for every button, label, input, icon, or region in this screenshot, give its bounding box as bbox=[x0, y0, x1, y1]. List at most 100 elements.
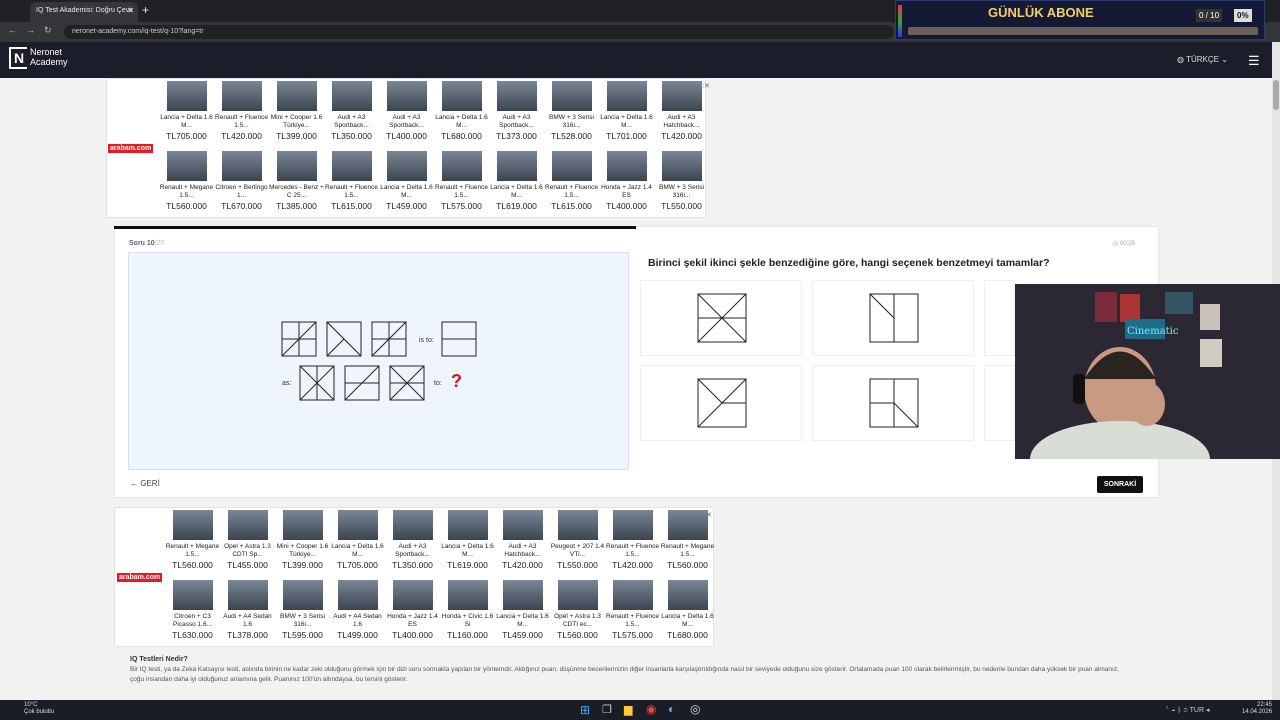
back-arrow-icon[interactable]: ← bbox=[8, 25, 17, 35]
car-price: TL560.000 bbox=[557, 630, 598, 640]
question-total: /20 bbox=[154, 240, 165, 247]
ad-car-item[interactable]: Renault + Fluence 1.5... TL575.000 bbox=[434, 151, 489, 221]
taskbar-clock[interactable]: 22:45 14.04.2026 bbox=[1242, 702, 1272, 716]
car-name: Lancia + Delta 1.6 M... bbox=[160, 114, 213, 129]
lang-indicator[interactable]: TUR bbox=[1190, 707, 1204, 714]
ad-car-item[interactable]: Audi + A3 Sportback... TL400.000 bbox=[379, 81, 434, 151]
clock-date: 14.04.2026 bbox=[1242, 709, 1273, 715]
ad-car-item[interactable]: Audi + A3 Sportback... TL350.000 bbox=[385, 510, 440, 580]
puzzle-shape-7 bbox=[389, 365, 425, 401]
car-price: TL400.000 bbox=[606, 201, 647, 211]
ad-car-item[interactable]: Renault + Megane 1.5... TL560.000 bbox=[165, 510, 220, 580]
reload-icon[interactable]: ↻ bbox=[44, 25, 52, 36]
ad-car-item[interactable]: Lancia + Delta 1.6 M... TL459.000 bbox=[495, 580, 550, 650]
ad-car-item[interactable]: Audi + A4 Sedan 1.6 TL499.000 bbox=[330, 580, 385, 650]
car-price: TL550.000 bbox=[557, 560, 598, 570]
ad-car-item[interactable]: Peugeot + 207 1.4 VTi... TL550.000 bbox=[550, 510, 605, 580]
ad-car-item[interactable]: Citroen + C3 Picasso 1.6... TL630.000 bbox=[165, 580, 220, 650]
ad-car-item[interactable]: Honda + Jazz 1.4 ES TL400.000 bbox=[599, 151, 654, 221]
start-icon[interactable]: ⊞ bbox=[580, 703, 590, 717]
car-thumbnail bbox=[447, 510, 488, 540]
car-thumbnail bbox=[661, 151, 702, 181]
ad-car-item[interactable]: Mini + Cooper 1.6 Türkiye... TL399.000 bbox=[269, 81, 324, 151]
subscriber-goal-overlay: GÜNLÜK ABONE 0 / 10 0% bbox=[895, 0, 1265, 40]
hamburger-menu-icon[interactable]: ☰ bbox=[1248, 53, 1260, 69]
ad-car-item[interactable]: Lancia + Delta 1.6 M... TL701.000 bbox=[599, 81, 654, 151]
weather-widget[interactable]: 10°C Çok bulutlu bbox=[10, 702, 54, 716]
ad-car-item[interactable]: Lancia + Delta 1.6 M... TL705.000 bbox=[330, 510, 385, 580]
ad-car-item[interactable]: Audi + A3 Hatchback... TL420.000 bbox=[495, 510, 550, 580]
ad-car-item[interactable]: Lancia + Delta 1.6 M... TL619.000 bbox=[489, 151, 544, 221]
next-button[interactable]: SONRAKİ bbox=[1097, 476, 1143, 493]
answer-option-1[interactable] bbox=[640, 280, 802, 356]
ad-car-item[interactable]: Lancia + Delta 1.6 M... TL680.000 bbox=[660, 580, 715, 650]
scrollbar-thumb[interactable] bbox=[1273, 80, 1279, 110]
browser-tab[interactable]: IQ Test Akademisi: Doğru Çevir ✕ bbox=[30, 2, 138, 22]
back-button[interactable]: ← GERİ bbox=[130, 479, 160, 488]
puzzle-shape-4 bbox=[441, 321, 477, 357]
car-price: TL459.000 bbox=[502, 630, 543, 640]
car-price: TL670.000 bbox=[221, 201, 262, 211]
car-price: TL560.000 bbox=[172, 560, 213, 570]
clock-time: 22:45 bbox=[1257, 702, 1273, 708]
tab-close-icon[interactable]: ✕ bbox=[127, 6, 134, 15]
ad-car-item[interactable]: Audi + A3 Sportback... TL373.000 bbox=[489, 81, 544, 151]
ad-car-item[interactable]: Lancia + Delta 1.6 M... TL705.000 bbox=[159, 81, 214, 151]
ad-car-item[interactable]: BMW + 3 Serisi 316i... TL550.000 bbox=[654, 151, 709, 221]
ad-car-item[interactable]: Renault + Fluence 1.5... TL615.000 bbox=[544, 151, 599, 221]
answer-option-4[interactable] bbox=[640, 365, 802, 441]
answer-option-5[interactable] bbox=[812, 365, 974, 441]
ad-car-item[interactable]: Lancia + Delta 1.6 M... TL459.000 bbox=[379, 151, 434, 221]
chevron-up-icon[interactable]: ⌃ bbox=[1165, 707, 1169, 714]
ad-banner-top[interactable]: arabam.com ⓘ✕ Lancia + Delta 1.6 M... TL7… bbox=[106, 78, 710, 221]
ad-banner-bottom[interactable]: arabam.com ⓘ ✕ Renault + Megane 1.5...TL… bbox=[114, 507, 714, 647]
ad-car-item[interactable]: Citroen + Berlingo 1... TL670.000 bbox=[214, 151, 269, 221]
question-number: Soru 10 bbox=[129, 240, 155, 247]
ad-car-item[interactable]: Audi + A4 Sedan 1.6 TL378.000 bbox=[220, 580, 275, 650]
chrome-icon[interactable]: ◉ bbox=[646, 702, 656, 716]
ad-car-item[interactable]: Opel + Astra 1.3 CDTI Sp... TL455.000 bbox=[220, 510, 275, 580]
ad-car-item[interactable]: Renault + Fluence 1.5... TL420.000 bbox=[605, 510, 660, 580]
ad-car-item[interactable]: Lancia + Delta 1.6 M... TL680.000 bbox=[434, 81, 489, 151]
ad-car-item[interactable]: Mercedes - Benz + C 25... TL385.000 bbox=[269, 151, 324, 221]
ad-car-item[interactable]: Audi + A3 Hatchback... TL420.000 bbox=[654, 81, 709, 151]
car-thumbnail bbox=[331, 151, 372, 181]
ad-car-item[interactable]: Renault + Fluence 1.5... TL615.000 bbox=[324, 151, 379, 221]
system-tray[interactable]: ⌃ ☁ ᛒ ⊙ TUR ◂ bbox=[1165, 706, 1209, 714]
ad-car-item[interactable]: BMW + 3 Serisi 316i... TL528.000 bbox=[544, 81, 599, 151]
ad-car-item[interactable]: Opel + Astra 1.3 CDTI ec... TL560.000 bbox=[550, 580, 605, 650]
car-price: TL619.000 bbox=[496, 201, 537, 211]
forward-arrow-icon[interactable]: → bbox=[26, 25, 35, 35]
new-tab-button[interactable]: + bbox=[142, 3, 149, 17]
answer-option-6[interactable] bbox=[984, 365, 1015, 441]
car-thumbnail bbox=[551, 151, 592, 181]
ad-car-item[interactable]: Honda + Jazz 1.4 ES TL400.000 bbox=[385, 580, 440, 650]
answer-option-2[interactable] bbox=[812, 280, 974, 356]
car-thumbnail bbox=[172, 510, 213, 540]
ad-car-item[interactable]: Renault + Fluence 1.5... TL575.000 bbox=[605, 580, 660, 650]
ad-car-item[interactable]: Honda + Civic 1.6 Si TL160.000 bbox=[440, 580, 495, 650]
bluetooth-icon: ᛒ bbox=[1177, 707, 1182, 714]
url-field[interactable]: neronet-academy.com/iq-test/q-10?lang=tr bbox=[64, 25, 894, 39]
obs-icon[interactable]: ◎ bbox=[690, 702, 700, 716]
ad-car-item[interactable]: Lancia + Delta 1.6 M... TL619.000 bbox=[440, 510, 495, 580]
ad-car-item[interactable]: Renault + Fluence 1.5... TL420.000 bbox=[214, 81, 269, 151]
car-price: TL528.000 bbox=[551, 131, 592, 141]
file-explorer-icon[interactable]: ▆ bbox=[624, 703, 632, 716]
car-price: TL575.000 bbox=[441, 201, 482, 211]
ad-car-item[interactable]: Mini + Cooper 1.6 Türkiye... TL399.000 bbox=[275, 510, 330, 580]
ad-car-item[interactable]: Audi + A3 Sportback... TL350.000 bbox=[324, 81, 379, 151]
car-thumbnail bbox=[612, 580, 653, 610]
answer-option-3[interactable] bbox=[984, 280, 1015, 356]
ad-car-item[interactable]: Renault + Megane 1.5... TL560.000 bbox=[660, 510, 715, 580]
ad-brand-logo[interactable]: arabam.com bbox=[117, 573, 163, 582]
ad-car-item[interactable]: Renault + Megane 1.5... TL560.000 bbox=[159, 151, 214, 221]
task-view-icon[interactable]: ❐ bbox=[602, 703, 612, 716]
language-selector[interactable]: ◍ TÜRKÇE ⌄ bbox=[1177, 55, 1228, 64]
puzzle-figure: is to: as: to: ? bbox=[281, 321, 477, 401]
steam-icon[interactable]: ◐ bbox=[668, 702, 675, 716]
ad-car-item[interactable]: BMW + 3 Serisi 316i... TL595.000 bbox=[275, 580, 330, 650]
ad-brand-logo[interactable]: arabam.com bbox=[108, 144, 154, 153]
car-price: TL615.000 bbox=[331, 201, 372, 211]
car-thumbnail bbox=[166, 151, 207, 181]
